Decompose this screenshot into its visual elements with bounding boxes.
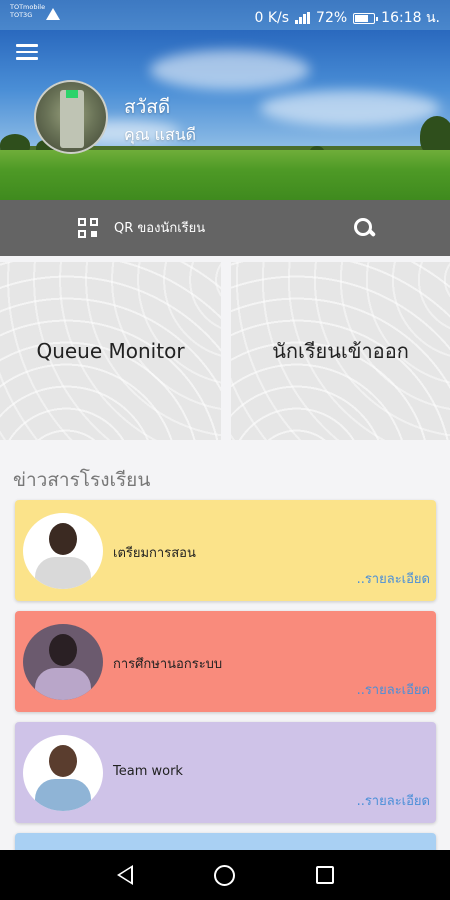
- news-thumbnail: [23, 624, 103, 700]
- news-thumbnail: [23, 735, 103, 811]
- tile-label: นักเรียนเข้าออก: [272, 339, 409, 363]
- tile-label: Queue Monitor: [36, 339, 185, 363]
- user-name: คุณ แสนดี: [124, 125, 197, 144]
- system-nav-bar: [0, 850, 450, 900]
- student-qr-button[interactable]: QR ของนักเรียน: [78, 217, 205, 238]
- carrier-info: TOTmobile TOT3G: [10, 3, 45, 19]
- home-circle-icon[interactable]: [214, 865, 235, 886]
- news-card-title: การศึกษานอกระบบ: [113, 657, 223, 672]
- person-body: [35, 557, 91, 589]
- news-details-link[interactable]: ..รายละเอียด: [357, 679, 430, 700]
- news-card-2[interactable]: การศึกษานอกระบบ ..รายละเอียด: [15, 611, 436, 712]
- search-icon[interactable]: [354, 218, 376, 240]
- news-card-3[interactable]: Team work ..รายละเอียด: [15, 722, 436, 823]
- header-banner: สวัสดี คุณ แสนดี: [0, 30, 450, 200]
- qr-code-icon: [78, 217, 98, 238]
- person-head: [49, 634, 77, 666]
- back-triangle-icon[interactable]: [117, 865, 133, 885]
- person-body: [35, 779, 91, 811]
- hamburger-menu-icon[interactable]: [16, 44, 38, 60]
- news-details-link[interactable]: ..รายละเอียด: [357, 790, 430, 811]
- carrier-line-2: TOT3G: [10, 11, 33, 19]
- recent-apps-square-icon[interactable]: [316, 866, 334, 884]
- greeting-text: สวัสดี: [124, 96, 171, 118]
- status-right: 0 K/s 72% 16:18 น.: [254, 7, 440, 29]
- news-thumbnail: [23, 513, 103, 589]
- net-speed: 0 K/s: [254, 10, 290, 26]
- person-head: [49, 523, 77, 555]
- news-section-title: ข่าวสารโรงเรียน: [13, 469, 151, 491]
- cloud-decor: [150, 50, 310, 90]
- battery-percent: 72%: [316, 10, 348, 26]
- person-body: [35, 668, 91, 700]
- signal-icon: [295, 12, 311, 24]
- student-qr-label: QR ของนักเรียน: [114, 221, 206, 236]
- cloud-decor: [260, 90, 440, 126]
- person-head: [49, 745, 77, 777]
- status-bar: TOTmobile TOT3G 0 K/s 72% 16:18 น.: [0, 0, 450, 30]
- news-details-link[interactable]: ..รายละเอียด: [357, 568, 430, 589]
- news-card-title: เตรียมการสอน: [113, 546, 196, 561]
- news-card-1[interactable]: เตรียมการสอน ..รายละเอียด: [15, 500, 436, 601]
- queue-monitor-tile[interactable]: Queue Monitor: [0, 262, 221, 440]
- avatar[interactable]: [34, 80, 108, 154]
- qr-toolbar: QR ของนักเรียน: [0, 200, 450, 256]
- grass-field-decor: [0, 150, 450, 200]
- warning-icon: [46, 8, 60, 20]
- carrier-line-1: TOTmobile: [10, 3, 46, 11]
- news-card-title: Team work: [113, 764, 183, 779]
- menu-tiles: Queue Monitor นักเรียนเข้าออก: [0, 262, 450, 440]
- clock: 16:18 น.: [381, 10, 440, 26]
- student-attendance-tile[interactable]: นักเรียนเข้าออก: [231, 262, 450, 440]
- battery-icon: [353, 12, 379, 24]
